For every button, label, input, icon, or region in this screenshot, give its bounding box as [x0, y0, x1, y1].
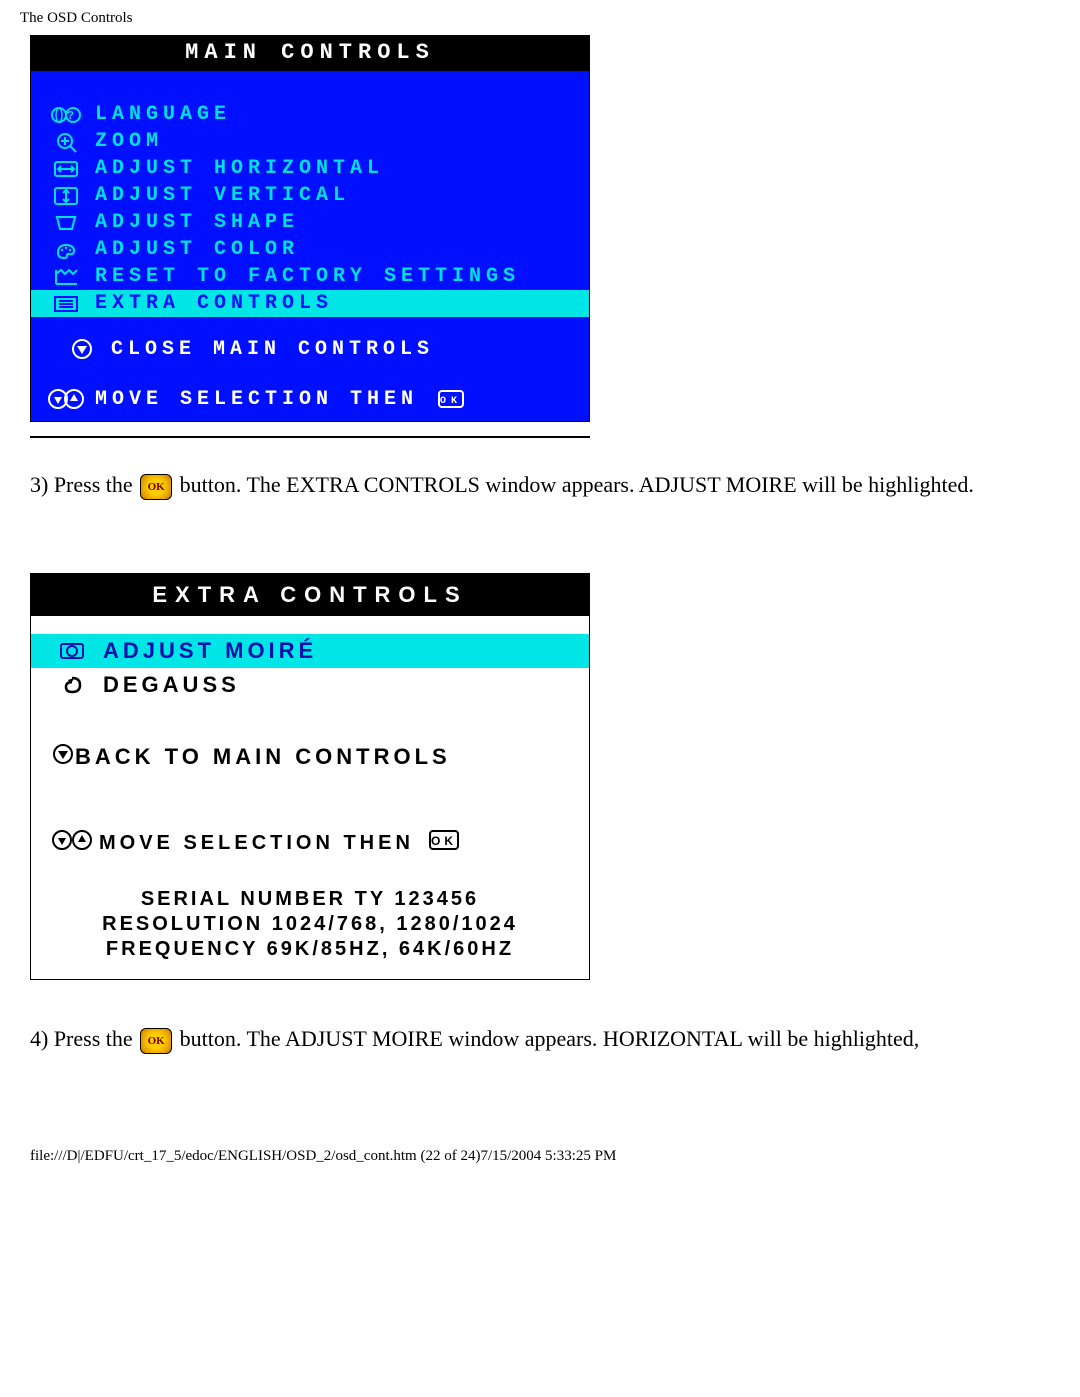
footer-hint-label: MOVE SELECTION THEN — [95, 388, 418, 411]
extra-controls-window: EXTRA CONTROLS ADJUST MOIRÉ DEGAUSS BACK… — [30, 573, 590, 980]
shape-icon — [45, 212, 87, 234]
svg-text:OK: OK — [431, 834, 457, 848]
menu-item-reset-factory[interactable]: RESET TO FACTORY SETTINGS — [31, 263, 589, 290]
menu-item-adjust-color[interactable]: ADJUST COLOR — [31, 236, 589, 263]
menu-label: RESET TO FACTORY SETTINGS — [95, 265, 581, 288]
vert-icon — [45, 185, 87, 207]
menu-label: ADJUST SHAPE — [95, 211, 581, 234]
menu-item-extra-controls[interactable]: EXTRA CONTROLS — [31, 290, 589, 317]
menu-item-close[interactable]: CLOSE MAIN CONTROLS — [31, 317, 589, 381]
step-3-text: 3) Press the OK button. The EXTRA CONTRO… — [30, 466, 1050, 503]
menu-label: ADJUST COLOR — [95, 238, 581, 261]
horiz-icon — [45, 158, 87, 180]
page-footer-path: file:///D|/EDFU/crt_17_5/edoc/ENGLISH/OS… — [30, 1148, 1050, 1165]
svg-text:OK: OK — [440, 396, 462, 407]
reset-icon — [45, 266, 87, 288]
move-hint-label: MOVE SELECTION THEN — [99, 832, 414, 855]
frequency-info: FREQUENCY 69K/85HZ, 64K/60HZ — [51, 938, 569, 961]
menu-label: LANGUAGE — [95, 103, 581, 126]
menu-item-adjust-moire[interactable]: ADJUST MOIRÉ — [31, 634, 589, 668]
extra-controls-title: EXTRA CONTROLS — [31, 574, 589, 616]
menu-label: DEGAUSS — [103, 672, 240, 698]
ok-box-icon: OK — [430, 389, 472, 409]
main-controls-title: MAIN CONTROLS — [31, 36, 589, 71]
divider — [30, 436, 590, 438]
main-controls-footer: MOVE SELECTION THEN OK — [31, 381, 589, 421]
svg-text:?: ? — [67, 109, 79, 123]
menu-label: ZOOM — [95, 130, 581, 153]
degauss-icon — [51, 674, 93, 696]
step-4-text: 4) Press the OK button. The ADJUST MOIRE… — [30, 1020, 1050, 1057]
color-icon — [45, 239, 87, 261]
serial-number: SERIAL NUMBER TY 123456 — [51, 888, 569, 911]
resolution-info: RESOLUTION 1024/768, 1280/1024 — [51, 913, 569, 936]
extra-controls-footer: MOVE SELECTION THEN OK SERIAL NUMBER TY … — [31, 776, 589, 979]
close-label: CLOSE MAIN CONTROLS — [111, 338, 434, 361]
down-circle-icon — [51, 742, 75, 772]
menu-item-adjust-vertical[interactable]: ADJUST VERTICAL — [31, 182, 589, 209]
menu-label: ADJUST VERTICAL — [95, 184, 581, 207]
menu-item-degauss[interactable]: DEGAUSS — [31, 668, 589, 702]
up-down-icon — [45, 387, 87, 411]
down-circle-icon — [61, 337, 103, 361]
menu-item-language[interactable]: ? LANGUAGE — [31, 101, 589, 128]
menu-label: ADJUST HORIZONTAL — [95, 157, 581, 180]
up-down-icon — [51, 828, 99, 858]
ok-button-icon: OK — [140, 1028, 172, 1054]
extra-icon — [45, 293, 87, 315]
main-controls-window: MAIN CONTROLS ? LANGUAGE ZOOM ADJUST HOR… — [30, 35, 590, 422]
menu-label: ADJUST MOIRÉ — [103, 638, 317, 664]
menu-item-back[interactable]: BACK TO MAIN CONTROLS — [31, 702, 589, 776]
menu-item-adjust-horizontal[interactable]: ADJUST HORIZONTAL — [31, 155, 589, 182]
page-header: The OSD Controls — [20, 10, 1050, 27]
globe-q-icon: ? — [45, 104, 87, 126]
moire-icon — [51, 640, 93, 662]
ok-box-icon: OK — [428, 829, 464, 857]
menu-item-zoom[interactable]: ZOOM — [31, 128, 589, 155]
back-label: BACK TO MAIN CONTROLS — [75, 744, 451, 770]
menu-item-adjust-shape[interactable]: ADJUST SHAPE — [31, 209, 589, 236]
zoom-icon — [45, 131, 87, 153]
ok-button-icon: OK — [140, 474, 172, 500]
menu-label: EXTRA CONTROLS — [95, 292, 581, 315]
